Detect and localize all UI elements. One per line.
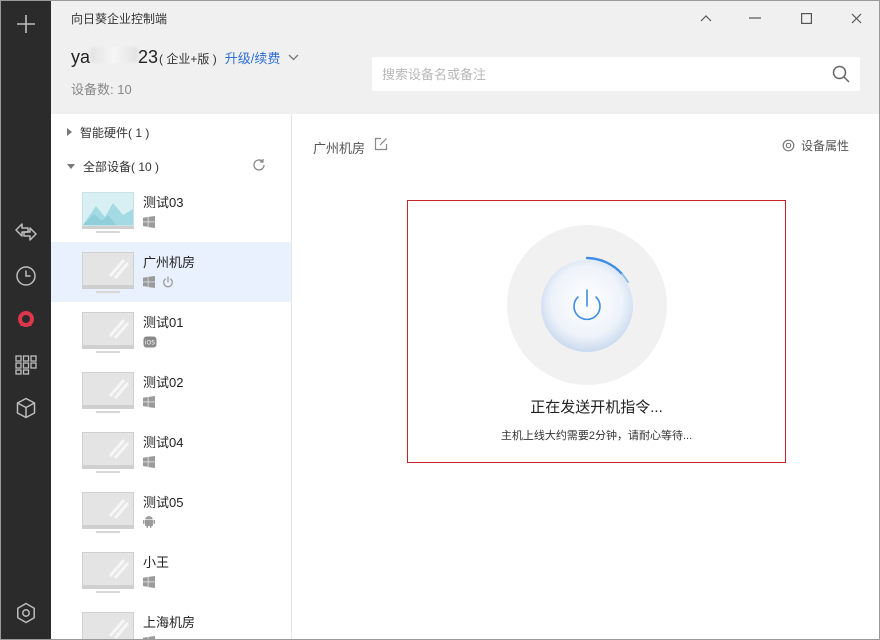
account-info: ya 23 ( 企业+版 ) 升级/续费 (71, 47, 299, 68)
monitor-icon (82, 312, 134, 354)
left-rail (1, 1, 51, 639)
device-list-item[interactable]: 测试01 iOS (51, 302, 291, 362)
device-list-pane: 智能硬件( 1 ) 全部设备( 10 ) 测试03 广州机房测试01 iOS 测试02… (51, 114, 292, 639)
windows-icon (143, 275, 155, 293)
refresh-icon[interactable] (252, 158, 266, 177)
device-name: 上海机房 (143, 615, 196, 630)
monitor-icon (82, 372, 134, 414)
svg-text:iOS: iOS (145, 340, 155, 347)
device-count: 设备数: 10 (71, 82, 132, 97)
window-title: 向日葵企业控制端 (71, 12, 168, 26)
device-list-item[interactable]: 小王 (51, 542, 291, 602)
search-box (372, 57, 860, 91)
maximize-icon[interactable] (788, 5, 824, 31)
monitor-icon (82, 252, 134, 294)
apps-grid-icon[interactable] (1, 345, 51, 385)
gear-icon (782, 139, 795, 152)
group-label: 智能硬件( 1 ) (80, 125, 150, 140)
group-all-devices[interactable]: 全部设备( 10 ) (67, 155, 159, 177)
caret-right-icon (67, 128, 72, 136)
ios-icon: iOS (143, 335, 157, 353)
device-properties-button[interactable]: 设备属性 (782, 137, 849, 154)
desktop-preview-thumbnail (82, 192, 134, 234)
group-label: 全部设备( 10 ) (83, 159, 160, 174)
cube-icon[interactable] (1, 388, 51, 428)
edit-icon[interactable] (374, 137, 388, 156)
caret-down-icon (67, 163, 75, 169)
power-halo (507, 225, 667, 385)
device-name: 广州机房 (143, 255, 196, 270)
device-name: 测试03 (143, 195, 184, 210)
windows-icon (143, 395, 155, 413)
add-icon[interactable] (1, 4, 51, 44)
power-spinner-icon (541, 256, 633, 352)
chevron-down-icon[interactable] (288, 48, 299, 66)
device-name: 测试04 (143, 435, 184, 450)
upgrade-link[interactable]: 升级/续费 (225, 48, 281, 67)
header: 向日葵企业控制端 ya 23 ( 企业+版 ) 升级/续费 设备数: 10 (51, 1, 879, 114)
group-smart-hardware[interactable]: 智能硬件( 1 ) (67, 121, 149, 143)
device-title: 广州机房 (313, 141, 366, 156)
windows-icon (143, 575, 155, 593)
close-icon[interactable] (838, 5, 874, 31)
device-name: 测试02 (143, 375, 184, 390)
boot-hint: 主机上线大约需要2分钟，请耐心等待... (500, 430, 693, 442)
device-list-item[interactable]: 测试03 (51, 182, 291, 242)
account-name-prefix: ya (71, 47, 91, 67)
account-name-redacted (90, 47, 139, 63)
windows-icon (143, 455, 155, 473)
monitor-icon (82, 552, 134, 594)
collapse-icon[interactable] (688, 5, 724, 31)
sunlogin-device-icon[interactable] (1, 300, 51, 340)
windows-icon (143, 215, 155, 233)
device-list-item[interactable]: 上海机房 (51, 602, 291, 639)
android-icon (143, 515, 155, 533)
account-edition: ( 企业+版 ) (159, 52, 217, 66)
device-name: 测试05 (143, 495, 184, 510)
device-list-item[interactable]: 测试04 (51, 422, 291, 482)
power-icon[interactable] (162, 275, 174, 293)
device-list-item[interactable]: 广州机房 (51, 242, 291, 302)
device-properties-label: 设备属性 (800, 139, 849, 153)
history-icon[interactable] (1, 256, 51, 296)
remote-control-icon[interactable] (1, 212, 51, 252)
device-name: 测试01 (143, 315, 184, 330)
account-name-suffix: 23 (138, 47, 159, 67)
search-input[interactable] (372, 57, 812, 91)
search-icon[interactable] (832, 65, 850, 88)
device-list-item[interactable]: 测试02 (51, 362, 291, 422)
boot-message: 正在发送开机指令... (530, 399, 663, 416)
minimize-icon[interactable] (737, 5, 773, 31)
monitor-icon (82, 612, 134, 639)
device-list-item[interactable]: 测试05 (51, 482, 291, 542)
boot-status-panel: 正在发送开机指令... 主机上线大约需要2分钟，请耐心等待... (407, 200, 786, 463)
device-detail-pane: 广州机房 设备属性 正在发送开机指令... 主机上线大约需要2分钟，请耐心等待.… (292, 114, 879, 639)
windows-icon (143, 635, 155, 639)
monitor-icon (82, 432, 134, 474)
monitor-icon (82, 492, 134, 534)
settings-icon[interactable] (1, 593, 51, 633)
app-window: 向日葵企业控制端 ya 23 ( 企业+版 ) 升级/续费 设备数: 10 搜索… (0, 0, 880, 640)
device-name: 小王 (143, 555, 170, 570)
